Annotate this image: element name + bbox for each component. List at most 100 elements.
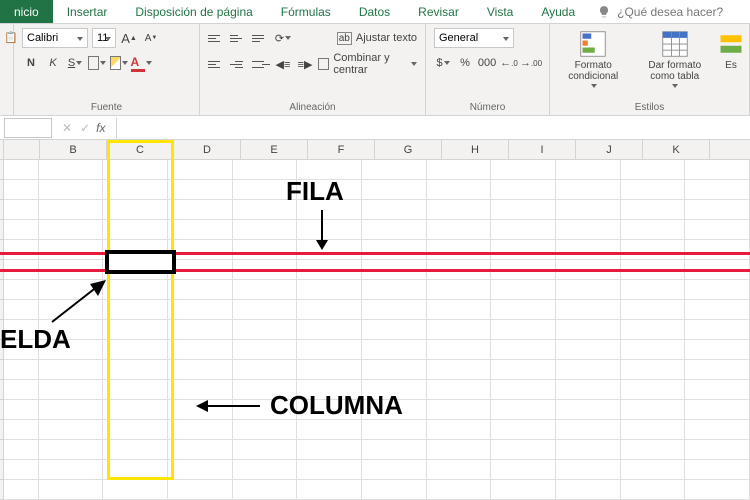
- cell[interactable]: [168, 400, 233, 420]
- cell[interactable]: [427, 460, 492, 480]
- cell[interactable]: [362, 160, 427, 180]
- cell[interactable]: [556, 200, 621, 220]
- cell[interactable]: [103, 200, 168, 220]
- cell[interactable]: [556, 220, 621, 240]
- cell[interactable]: [621, 440, 686, 460]
- cell[interactable]: [491, 460, 556, 480]
- cell[interactable]: [427, 180, 492, 200]
- cell[interactable]: [297, 360, 362, 380]
- align-center-button[interactable]: [230, 55, 248, 73]
- cell[interactable]: [39, 460, 104, 480]
- tab-home[interactable]: nicio: [0, 0, 53, 23]
- col-header-k[interactable]: K: [643, 140, 710, 159]
- cell[interactable]: [362, 340, 427, 360]
- cell[interactable]: [168, 440, 233, 460]
- cell[interactable]: [621, 460, 686, 480]
- cell[interactable]: [103, 480, 168, 500]
- cell[interactable]: [685, 280, 750, 300]
- number-format-select[interactable]: General: [434, 28, 514, 48]
- cell[interactable]: [621, 400, 686, 420]
- increase-decimal-button[interactable]: ←.0: [500, 54, 518, 72]
- cell[interactable]: [491, 200, 556, 220]
- cell[interactable]: [297, 320, 362, 340]
- align-middle-button[interactable]: [230, 29, 248, 47]
- cell[interactable]: [39, 260, 104, 280]
- cell[interactable]: [103, 300, 168, 320]
- cell[interactable]: [685, 400, 750, 420]
- cell[interactable]: [556, 280, 621, 300]
- cell[interactable]: [362, 240, 427, 260]
- align-right-button[interactable]: [252, 55, 270, 73]
- cell[interactable]: [39, 480, 104, 500]
- cell[interactable]: [39, 440, 104, 460]
- cell[interactable]: [103, 340, 168, 360]
- cell[interactable]: [103, 160, 168, 180]
- cell[interactable]: [39, 220, 104, 240]
- cell[interactable]: [362, 440, 427, 460]
- cell[interactable]: [491, 440, 556, 460]
- merge-center-button[interactable]: Combinar y centrar: [318, 54, 417, 74]
- cell[interactable]: [103, 380, 168, 400]
- cell[interactable]: [621, 300, 686, 320]
- cell[interactable]: [362, 400, 427, 420]
- cell[interactable]: [103, 260, 168, 280]
- cell[interactable]: [168, 360, 233, 380]
- cell[interactable]: [362, 260, 427, 280]
- cell[interactable]: [297, 160, 362, 180]
- cell[interactable]: [621, 420, 686, 440]
- cell[interactable]: [427, 240, 492, 260]
- formula-input[interactable]: [116, 118, 750, 138]
- cell[interactable]: [685, 440, 750, 460]
- cell[interactable]: [103, 220, 168, 240]
- cell[interactable]: [168, 200, 233, 220]
- tab-formulas[interactable]: Fórmulas: [267, 0, 345, 23]
- cell[interactable]: [556, 360, 621, 380]
- cell[interactable]: [297, 380, 362, 400]
- cell[interactable]: [39, 300, 104, 320]
- col-header-c[interactable]: C: [107, 140, 174, 159]
- font-size-select[interactable]: 11: [92, 28, 116, 48]
- cell[interactable]: [556, 260, 621, 280]
- cell[interactable]: [621, 180, 686, 200]
- cell[interactable]: [685, 260, 750, 280]
- cell[interactable]: [427, 160, 492, 180]
- cell[interactable]: [39, 200, 104, 220]
- cell[interactable]: [427, 260, 492, 280]
- tab-insert[interactable]: Insertar: [53, 0, 122, 23]
- cell[interactable]: [685, 180, 750, 200]
- cell[interactable]: [39, 420, 104, 440]
- col-header-h[interactable]: H: [442, 140, 509, 159]
- decrease-decimal-button[interactable]: →.00: [522, 54, 540, 72]
- cell[interactable]: [491, 400, 556, 420]
- cell[interactable]: [685, 340, 750, 360]
- col-header-i[interactable]: I: [509, 140, 576, 159]
- conditional-format-button[interactable]: Formato condicional: [558, 28, 628, 90]
- cell[interactable]: [168, 260, 233, 280]
- cell[interactable]: [168, 320, 233, 340]
- fill-color-button[interactable]: [110, 54, 128, 72]
- cell[interactable]: [362, 380, 427, 400]
- cell[interactable]: [556, 480, 621, 500]
- cell[interactable]: [621, 360, 686, 380]
- cell[interactable]: [103, 320, 168, 340]
- increase-indent-button[interactable]: ≡▶: [296, 55, 314, 73]
- cell[interactable]: [297, 300, 362, 320]
- cell[interactable]: [491, 260, 556, 280]
- cell[interactable]: [103, 420, 168, 440]
- cell[interactable]: [168, 460, 233, 480]
- comma-style-button[interactable]: 000: [478, 54, 496, 72]
- cell[interactable]: [491, 360, 556, 380]
- cell[interactable]: [297, 180, 362, 200]
- cell[interactable]: [233, 460, 298, 480]
- cell[interactable]: [685, 200, 750, 220]
- cell[interactable]: [233, 480, 298, 500]
- cell[interactable]: [685, 160, 750, 180]
- cell[interactable]: [103, 180, 168, 200]
- align-top-button[interactable]: [208, 29, 226, 47]
- tab-view[interactable]: Vista: [473, 0, 527, 23]
- cell[interactable]: [362, 320, 427, 340]
- cell[interactable]: [621, 280, 686, 300]
- font-color-button[interactable]: A: [132, 54, 150, 72]
- cell[interactable]: [297, 440, 362, 460]
- cell[interactable]: [621, 380, 686, 400]
